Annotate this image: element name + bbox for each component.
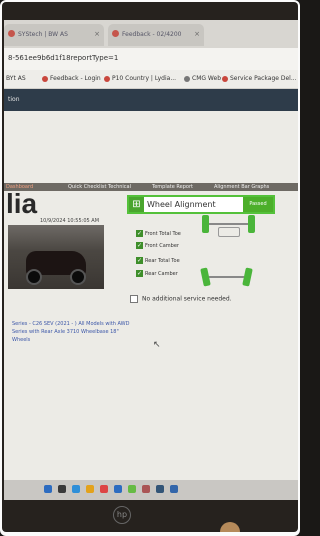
finger — [220, 522, 240, 532]
car-wheel — [70, 269, 86, 285]
timestamp: 10/9/2024 10:55:05 AM — [40, 218, 100, 224]
taskbar-app-icon[interactable] — [86, 485, 94, 493]
axle-assembly — [218, 227, 240, 237]
axle-rod — [209, 276, 244, 278]
taskbar-app-icon[interactable] — [58, 485, 66, 493]
no-additional-service[interactable]: No additional service needed. — [130, 295, 232, 303]
taskbar-app-icon[interactable] — [114, 485, 122, 493]
cursor-icon: ↖ — [153, 340, 161, 350]
page-title: lia — [6, 188, 38, 219]
check-item[interactable]: ✓ Front Total Toe — [136, 230, 181, 237]
taskbar-app-icon[interactable] — [44, 485, 52, 493]
wheel-alignment-header: ⊞ Wheel Alignment Passed — [127, 195, 275, 214]
taskbar-app-icon[interactable] — [156, 485, 164, 493]
check-item[interactable]: ✓ Rear Camber — [136, 270, 178, 277]
checkbox-icon: ✓ — [136, 270, 143, 277]
hp-logo-icon: hp — [113, 506, 131, 524]
taskbar-app-icon[interactable] — [100, 485, 108, 493]
checkbox-icon: ✓ — [136, 257, 143, 264]
monitor: SYStech | BW AS × Feedback - 02/4200 × 8… — [2, 2, 298, 532]
checkbox-icon: ✓ — [136, 242, 143, 249]
taskbar-app-icon[interactable] — [170, 485, 178, 493]
tire — [248, 215, 255, 233]
taskbar — [4, 480, 298, 500]
subtab[interactable]: Template Report — [152, 184, 193, 190]
tire — [202, 215, 209, 233]
taskbar-app-icon[interactable] — [72, 485, 80, 493]
rear-axle-diagram — [200, 266, 260, 296]
wheel-alignment-label: Wheel Alignment — [147, 200, 216, 209]
alignment-icon: ⊞ — [129, 197, 144, 212]
vehicle-description: Series - C26 SEV (2021 - ) All Models wi… — [12, 321, 130, 343]
subtab[interactable]: Quick Checklist Technical — [68, 184, 131, 190]
check-item[interactable]: ✓ Front Camber — [136, 242, 179, 249]
vehicle-photo — [8, 225, 104, 289]
taskbar-app-icon[interactable] — [142, 485, 150, 493]
taskbar-app-icon[interactable] — [128, 485, 136, 493]
passed-button[interactable]: Passed — [243, 197, 273, 212]
checkbox-icon — [130, 295, 138, 303]
car-wheel — [26, 269, 42, 285]
axle-rod — [209, 223, 248, 225]
front-axle-diagram — [200, 213, 260, 243]
report-subtabs: Dashboard Quick Checklist Technical Temp… — [4, 183, 298, 191]
check-item[interactable]: ✓ Rear Total Toe — [136, 257, 180, 264]
screen: SYStech | BW AS × Feedback - 02/4200 × 8… — [4, 20, 298, 500]
subtab[interactable]: Alignment Bar Graphs — [214, 184, 269, 190]
checkbox-icon: ✓ — [136, 230, 143, 237]
